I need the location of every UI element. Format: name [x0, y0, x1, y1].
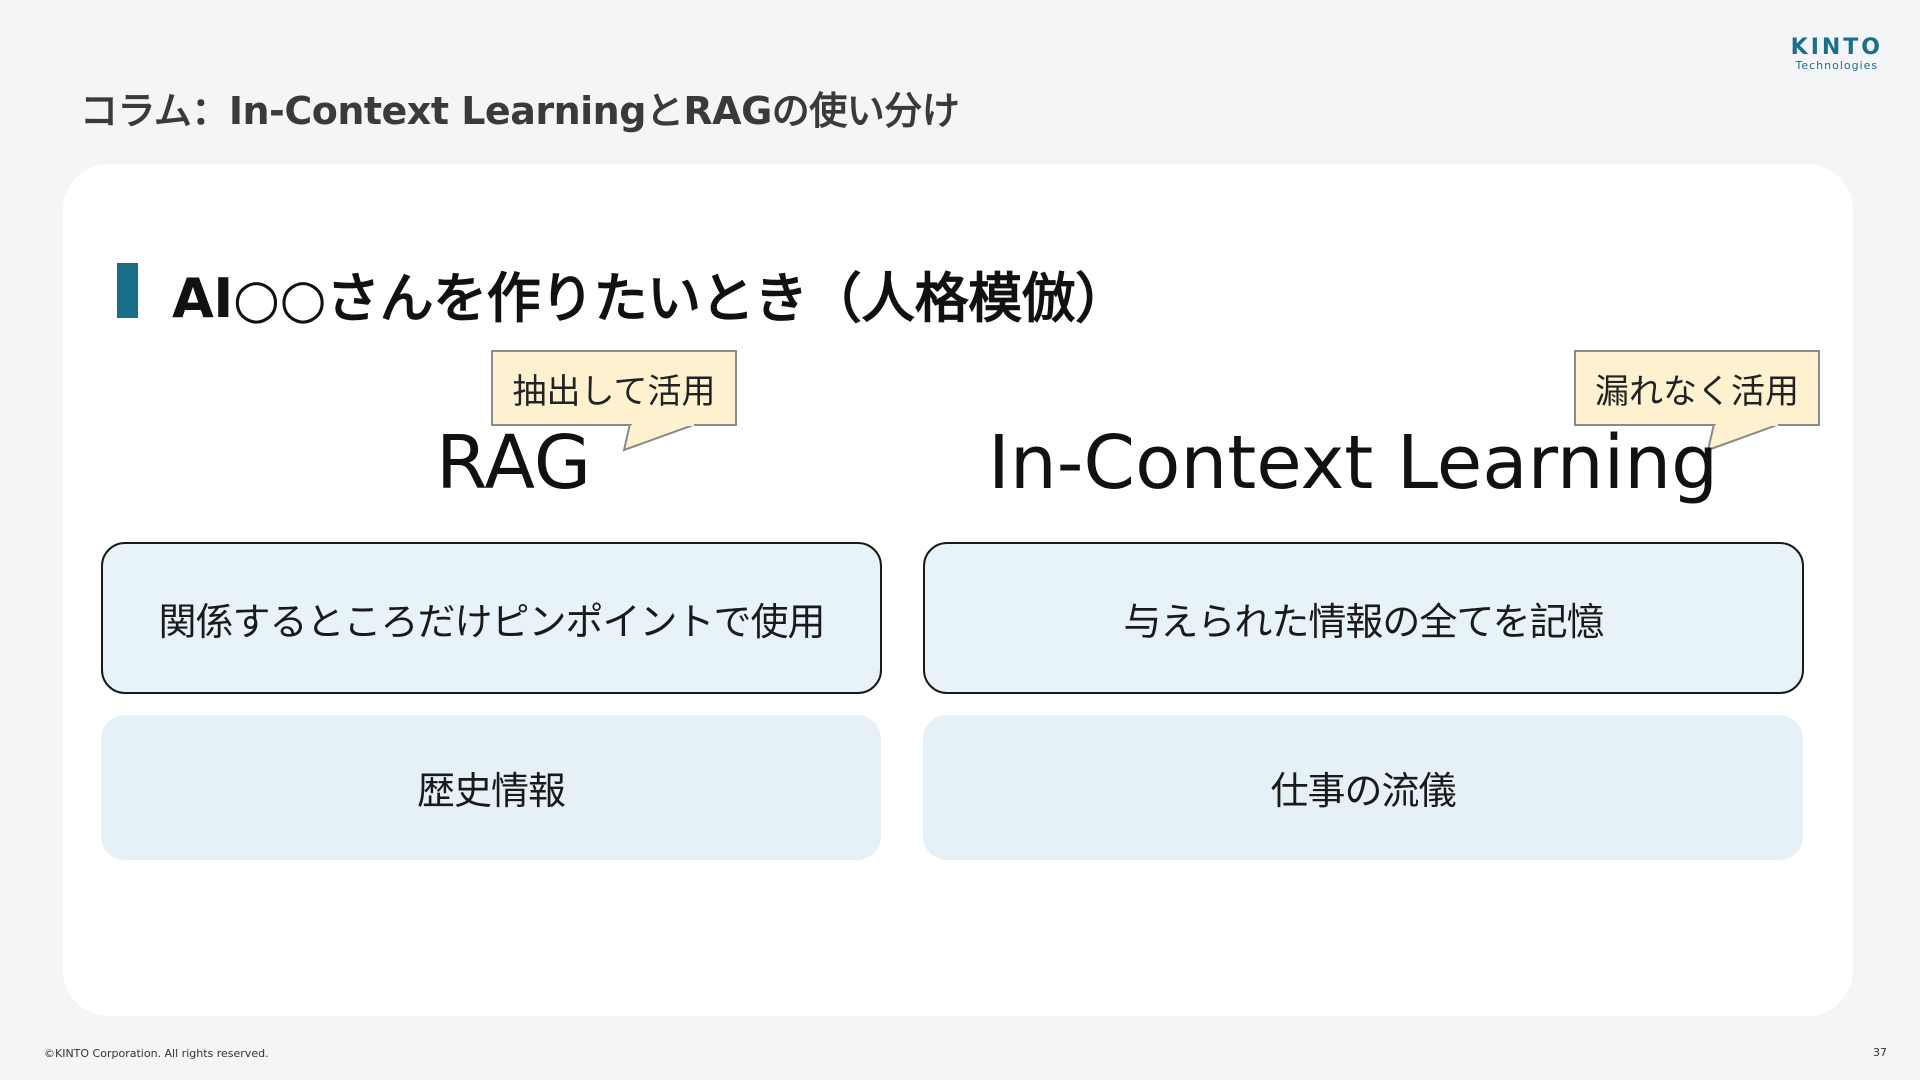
rag-example: 歴史情報: [416, 769, 566, 813]
icl-callout-label: 漏れなく活用: [1595, 371, 1799, 412]
logo-wordmark: KINTO: [1790, 35, 1883, 60]
rag-title: RAG: [436, 420, 592, 506]
icl-description: 与えられた情報の全てを記憶: [1123, 599, 1604, 644]
page-number: 37: [1873, 1046, 1887, 1059]
copyright-notice: ©KINTO Corporation. All rights reserved.: [44, 1047, 269, 1060]
rag-description-box: 関係するところだけピンポイントで使用: [101, 542, 882, 694]
rag-example-box: 歴史情報: [101, 715, 881, 860]
logo-subtitle: Technologies: [1795, 59, 1879, 72]
slide: KINTO Technologies コラム：In-Context Learni…: [0, 0, 1920, 1080]
icl-example: 仕事の流儀: [1270, 769, 1456, 813]
icl-description-box: 与えられた情報の全てを記憶: [923, 542, 1804, 694]
section-heading: AI○○さんを作りたいとき（人格模倣）: [172, 267, 1129, 330]
rag-description: 関係するところだけピンポイントで使用: [158, 599, 825, 644]
icl-callout: 漏れなく活用: [1574, 350, 1820, 426]
icl-title: In-Context Learning: [988, 420, 1719, 506]
rag-callout: 抽出して活用: [491, 350, 737, 426]
rag-callout-label: 抽出して活用: [512, 371, 716, 412]
section-accent-bar: [117, 263, 138, 318]
icl-example-box: 仕事の流儀: [923, 715, 1803, 860]
page-title: コラム：In-Context LearningとRAGの使い分け: [80, 89, 960, 133]
rag-callout-tail-icon: [622, 424, 697, 452]
kinto-logo: KINTO Technologies: [1791, 36, 1883, 72]
